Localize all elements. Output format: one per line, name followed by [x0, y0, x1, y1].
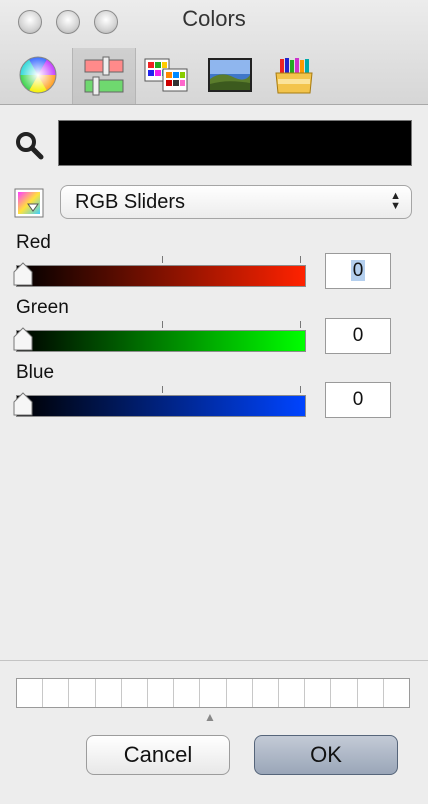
red-slider-track[interactable] — [16, 265, 306, 287]
slider-tick — [300, 386, 301, 393]
color-swatch-bar[interactable] — [16, 678, 410, 708]
color-sliders-icon — [84, 56, 124, 96]
blue-slider-thumb[interactable] — [12, 392, 34, 416]
color-palettes-icon — [144, 58, 188, 92]
ok-button[interactable]: OK — [254, 735, 398, 775]
swatch-slot[interactable] — [358, 679, 384, 707]
current-color-well[interactable] — [58, 120, 412, 166]
green-slider-label: Green — [16, 297, 69, 318]
slider-tick — [300, 321, 301, 328]
window-title: Colors — [182, 6, 246, 31]
crayons-mode-button[interactable] — [270, 52, 318, 98]
resize-grip-icon[interactable]: ▲ — [204, 710, 216, 724]
slider-tick — [300, 256, 301, 263]
slider-tick — [162, 256, 163, 263]
blue-value-field[interactable]: 0 — [325, 382, 391, 418]
blue-slider-track[interactable] — [16, 395, 306, 417]
color-palettes-mode-button[interactable] — [142, 52, 190, 98]
color-wheel-icon — [19, 56, 57, 94]
swatch-slot[interactable] — [148, 679, 175, 707]
swatch-slot[interactable] — [69, 679, 96, 707]
swatch-slot[interactable] — [174, 679, 201, 707]
swatch-slot[interactable] — [227, 679, 253, 707]
swatch-slot[interactable] — [200, 679, 227, 707]
swatch-slot[interactable] — [253, 679, 280, 707]
color-mode-label: RGB Sliders — [75, 191, 186, 213]
crayons-icon — [275, 58, 313, 94]
red-value-field[interactable]: 0 — [325, 253, 391, 289]
swatch-slot[interactable] — [331, 679, 358, 707]
swatch-slot[interactable] — [384, 679, 409, 707]
swatch-slot[interactable] — [279, 679, 306, 707]
image-palettes-icon — [208, 58, 252, 92]
swatch-slot[interactable] — [43, 679, 70, 707]
red-slider-thumb[interactable] — [12, 262, 34, 286]
green-value-field[interactable]: 0 — [325, 318, 391, 354]
divider — [0, 660, 428, 661]
blue-slider-label: Blue — [16, 362, 55, 383]
swatch-slot[interactable] — [122, 679, 149, 707]
image-palettes-mode-button[interactable] — [206, 52, 254, 98]
color-wheel-mode-button[interactable] — [14, 52, 62, 98]
magnifier-icon — [14, 130, 44, 165]
color-mode-select[interactable]: RGB Sliders ▲ ▼ — [60, 185, 412, 219]
slider-tick — [162, 386, 163, 393]
green-slider-track[interactable] — [16, 330, 306, 352]
swatch-slot[interactable] — [305, 679, 332, 707]
green-slider-thumb[interactable] — [12, 327, 34, 351]
color-picker-icon[interactable] — [14, 188, 44, 223]
updown-arrows-icon: ▲ ▼ — [390, 190, 401, 212]
window-titlebar: Colors — [0, 0, 428, 105]
swatch-slot[interactable] — [96, 679, 122, 707]
cancel-button[interactable]: Cancel — [86, 735, 230, 775]
swatch-slot[interactable] — [17, 679, 44, 707]
color-sliders-mode-button[interactable] — [72, 48, 136, 104]
red-slider-label: Red — [16, 232, 51, 253]
slider-tick — [162, 321, 163, 328]
